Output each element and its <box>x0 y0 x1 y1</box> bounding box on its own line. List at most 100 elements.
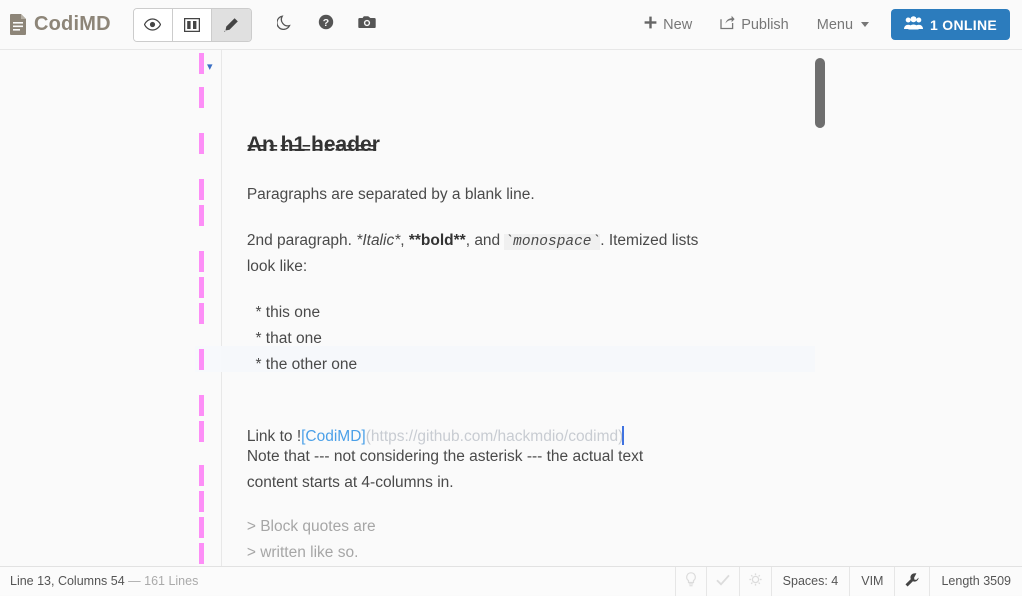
status-separator: — <box>128 574 141 588</box>
moon-icon <box>277 14 292 35</box>
publish-label: Publish <box>741 17 789 33</box>
line-text: content starts at 4-columns in. <box>247 474 454 491</box>
bold-segment: **bold** <box>409 232 466 249</box>
both-mode-button[interactable] <box>173 9 212 41</box>
editor-line[interactable]: Note that --- not considering the asteri… <box>195 392 815 418</box>
line-text: * that one <box>247 330 322 347</box>
status-right-group: Spaces: 4 VIM Length 3509 <box>675 567 1022 596</box>
camera-icon <box>358 15 376 34</box>
italic-segment: *Italic* <box>356 232 400 249</box>
wrench-icon <box>905 573 919 590</box>
document-icon <box>10 14 27 35</box>
caret-down-icon <box>861 22 869 27</box>
status-cursor-info: Line 13, Columns 54 — 161 Lines <box>10 574 198 588</box>
change-marker <box>199 179 204 200</box>
code-segment: `monospace` <box>504 234 600 250</box>
code-area[interactable]: ▾ An h1 header ============ Paragraphs a… <box>195 50 815 566</box>
change-marker <box>199 251 204 272</box>
change-marker <box>199 491 204 512</box>
line-count: 161 Lines <box>144 574 198 588</box>
text-segment: . Itemized lists <box>600 232 698 249</box>
cursor-position: Line 13, Columns 54 <box>10 574 125 588</box>
users-icon <box>904 16 923 33</box>
publish-button[interactable]: Publish <box>706 8 803 42</box>
new-button[interactable]: New <box>630 8 706 42</box>
change-marker <box>199 133 204 154</box>
status-keymap-button[interactable]: VIM <box>849 567 894 596</box>
columns-icon <box>184 18 200 32</box>
text-cursor <box>622 426 624 445</box>
line-text: * this one <box>247 304 320 321</box>
status-settings-button[interactable] <box>894 567 929 596</box>
pencil-icon <box>223 17 239 33</box>
editor-line[interactable]: look like: <box>195 202 815 228</box>
navbar-icon-row: ? <box>266 8 386 42</box>
link-url-segment: (https://github.com/hackmdio/codimd) <box>366 428 624 445</box>
new-label: New <box>663 17 692 33</box>
change-marker <box>199 303 204 324</box>
change-marker <box>199 395 204 416</box>
status-length-info: Length 3509 <box>929 567 1022 596</box>
editor-line-blank[interactable] <box>195 110 815 130</box>
line-text: Note that --- not considering the asteri… <box>247 448 643 465</box>
editor-line[interactable]: ▾ An h1 header <box>195 50 815 84</box>
text-segment: 2nd paragraph. <box>247 232 356 249</box>
share-square-icon <box>720 15 735 34</box>
status-check-button[interactable] <box>706 567 739 596</box>
online-label: 1 ONLINE <box>930 17 997 33</box>
editor-line-blank[interactable] <box>195 372 815 392</box>
chevron-down-icon[interactable]: ▾ <box>207 50 213 84</box>
text-segment: Link to ! <box>247 428 301 445</box>
status-hint-button[interactable] <box>675 567 706 596</box>
text-segment: , and <box>466 232 505 249</box>
markdown-editor[interactable]: ▾ An h1 header ============ Paragraphs a… <box>0 50 1022 566</box>
link-label-segment: [CodiMD] <box>301 428 366 445</box>
change-marker <box>199 205 204 226</box>
change-marker <box>199 421 204 442</box>
text-segment: , <box>400 232 409 249</box>
editor-line[interactable]: * that one <box>195 274 815 300</box>
editor-scrollbar-thumb[interactable] <box>815 58 825 128</box>
view-mode-button-group <box>133 8 252 42</box>
editor-line[interactable]: ============ <box>195 84 815 110</box>
line-text: Paragraphs are separated by a blank line… <box>247 186 535 203</box>
snapshot-button[interactable] <box>348 8 386 42</box>
check-icon <box>716 574 730 589</box>
line-text: * the other one <box>247 356 357 373</box>
svg-text:?: ? <box>323 17 329 29</box>
change-marker <box>199 53 204 74</box>
brand-logo[interactable]: CodiMD <box>10 13 111 36</box>
brand-label: CodiMD <box>34 13 111 36</box>
status-bar: Line 13, Columns 54 — 161 Lines <box>0 566 1022 595</box>
lightbulb-icon <box>685 572 697 590</box>
line-text: ============ <box>247 141 379 158</box>
navbar: CodiMD <box>0 0 1022 50</box>
line-text: look like: <box>247 258 307 275</box>
status-sync-button[interactable] <box>739 567 771 596</box>
change-marker <box>199 277 204 298</box>
navbar-right: New Publish Menu <box>630 8 1010 42</box>
editor-line-blank[interactable] <box>195 156 815 176</box>
editor-line[interactable]: > written like so. <box>195 488 815 514</box>
plus-icon <box>644 16 657 33</box>
view-mode-button[interactable] <box>134 9 173 41</box>
online-users-button[interactable]: 1 ONLINE <box>891 9 1010 40</box>
change-marker <box>199 465 204 486</box>
line-text: > written like so. <box>247 544 359 561</box>
edit-mode-button[interactable] <box>212 9 251 41</box>
question-circle-icon: ? <box>318 14 334 35</box>
status-indent-button[interactable]: Spaces: 4 <box>771 567 850 596</box>
change-marker <box>199 517 204 538</box>
menu-button[interactable]: Menu <box>803 8 883 42</box>
change-marker <box>199 349 204 370</box>
line-text: > Block quotes are <box>247 518 376 535</box>
gear-icon <box>749 573 762 589</box>
change-marker <box>199 543 204 564</box>
eye-icon <box>144 18 161 31</box>
help-button[interactable]: ? <box>307 8 345 42</box>
line-text: 2nd paragraph. *Italic*, **bold**, and `… <box>247 232 699 249</box>
change-marker <box>199 87 204 108</box>
menu-label: Menu <box>817 17 853 33</box>
line-text: Link to ![CodiMD](https://github.com/hac… <box>247 428 624 445</box>
night-mode-button[interactable] <box>266 8 304 42</box>
